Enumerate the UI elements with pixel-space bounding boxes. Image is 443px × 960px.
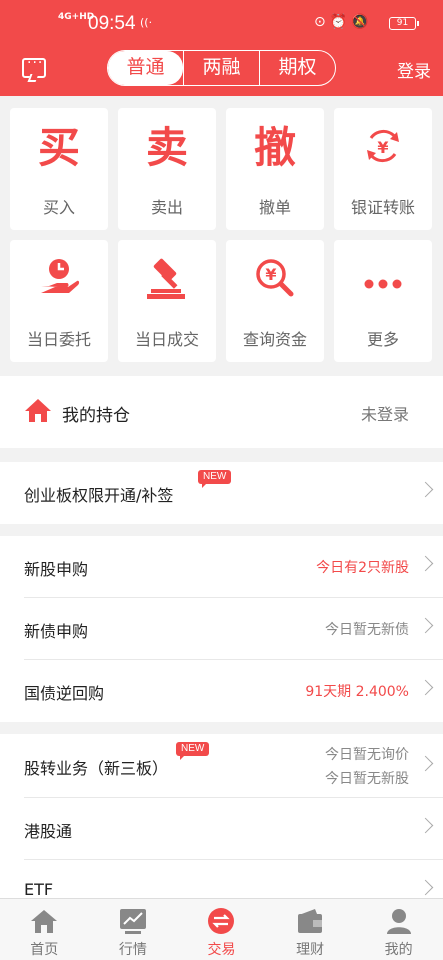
login-button[interactable]: 登录	[397, 57, 431, 82]
chevron-right-icon	[417, 755, 434, 772]
today-orders-button[interactable]: 当日委托	[10, 240, 108, 362]
gem-group: 创业板权限开通/补签 NEW	[0, 462, 443, 524]
list-item-title: 港股通	[24, 822, 73, 841]
home-icon	[25, 399, 51, 422]
today-orders-label: 当日委托	[26, 330, 91, 349]
subscription-group: 新股申购 今日有2只新股 新债申购 今日暂无新债 国债逆回购 91天期 2.40…	[0, 536, 443, 722]
top-nav: 普通 两融 期权 登录	[0, 48, 443, 96]
list-item-value: 今日有2只新股	[316, 560, 409, 576]
more-dots-icon	[364, 279, 402, 289]
tab-trade[interactable]: 交易	[177, 899, 266, 960]
today-deals-label: 当日成交	[134, 330, 199, 349]
tab-label: 交易	[207, 942, 236, 958]
tab-margin[interactable]: 两融	[183, 51, 259, 85]
list-item-title: ETF	[24, 880, 54, 898]
value-line-2: 今日暂无新股	[325, 771, 409, 787]
tab-label: 行情	[118, 942, 147, 958]
tab-market[interactable]: 行情	[89, 899, 178, 960]
yuan-search-icon: ¥	[256, 259, 294, 297]
trade-icon	[208, 908, 235, 934]
tab-mine[interactable]: 我的	[354, 899, 443, 960]
list-item-value: 91天期 2.400%	[305, 684, 409, 700]
sell-button[interactable]: 卖 卖出	[118, 108, 216, 230]
status-icons: ⊙⏰🔕	[314, 14, 373, 30]
cancel-label: 撤单	[258, 198, 291, 217]
cancel-glyph: 撤	[253, 123, 296, 172]
buy-button[interactable]: 买 买入	[10, 108, 108, 230]
function-grid: 买 买入 卖 卖出 撤 撤单 ¥ 银证转账 当日委托 当日成交 ¥ 查询资金 更…	[10, 108, 434, 362]
buy-glyph: 买	[37, 123, 80, 172]
new-badge: NEW	[176, 742, 210, 760]
yuan-exchange-icon: ¥	[367, 129, 399, 163]
list-item-title: 国债逆回购	[24, 684, 105, 703]
home-icon	[31, 910, 58, 933]
bottom-tab-bar: 首页 行情 交易 理财 我的	[0, 898, 443, 960]
today-deals-button[interactable]: 当日成交	[118, 240, 216, 362]
message-icon[interactable]	[22, 55, 46, 78]
query-funds-button[interactable]: ¥ 查询资金	[226, 240, 324, 362]
list-item-bond-subscribe[interactable]: 新债申购 今日暂无新债	[24, 598, 443, 660]
list-item-title: 新股申购	[24, 560, 89, 579]
list-item-title: 新债申购	[24, 622, 89, 641]
account-type-switch: 普通 两融 期权	[107, 50, 336, 86]
svg-text:¥: ¥	[377, 138, 388, 157]
list-item-title: 股转业务（新三板）	[24, 759, 169, 778]
holdings-status: 未登录	[360, 405, 409, 424]
transfer-label: 银证转账	[350, 198, 415, 217]
buy-label: 买入	[42, 198, 75, 217]
tab-home[interactable]: 首页	[0, 899, 89, 960]
tab-label: 我的	[384, 942, 413, 958]
list-item-hk-connect[interactable]: 港股通	[24, 798, 443, 860]
tab-normal[interactable]: 普通	[108, 51, 183, 85]
list-item-etf[interactable]: ETF	[24, 860, 443, 898]
gavel-icon	[147, 258, 185, 299]
sell-label: 卖出	[150, 198, 183, 217]
tab-label: 理财	[296, 942, 325, 958]
list-item-reverse-repo[interactable]: 国债逆回购 91天期 2.400%	[24, 660, 443, 722]
tab-wealth[interactable]: 理财	[266, 899, 355, 960]
query-funds-label: 查询资金	[242, 330, 307, 349]
list-item-ipo-subscribe[interactable]: 新股申购 今日有2只新股	[24, 536, 443, 598]
cancel-order-button[interactable]: 撤 撤单	[226, 108, 324, 230]
chevron-right-icon	[417, 679, 434, 696]
sell-glyph: 卖	[145, 123, 188, 172]
more-button[interactable]: 更多	[334, 240, 432, 362]
battery-icon: 91	[389, 17, 419, 30]
wallet-icon	[298, 909, 323, 933]
nfc-icon: ((·	[140, 16, 153, 29]
status-bar: 4G+HD 09:54 ((· ⊙⏰🔕 91	[0, 0, 443, 48]
list-item-neeq[interactable]: 股转业务（新三板） NEW 今日暂无询价 今日暂无新股	[24, 734, 443, 798]
chevron-right-icon	[417, 555, 434, 572]
tab-options[interactable]: 期权	[259, 51, 335, 85]
list-item-gem-permission[interactable]: 创业板权限开通/补签 NEW	[24, 462, 443, 524]
list-item-title: 创业板权限开通/补签	[24, 486, 174, 505]
chevron-right-icon	[417, 817, 434, 834]
tab-label: 首页	[30, 942, 59, 958]
status-time: 09:54	[88, 13, 136, 34]
list-item-value: 今日暂无询价 今日暂无新股	[325, 743, 409, 791]
user-icon	[386, 909, 411, 934]
list-item-value: 今日暂无新债	[325, 622, 409, 638]
chevron-right-icon	[417, 481, 434, 498]
chevron-right-icon	[417, 617, 434, 634]
hand-clock-icon	[41, 259, 80, 293]
more-label: 更多	[366, 330, 399, 349]
more-services-group: 股转业务（新三板） NEW 今日暂无询价 今日暂无新股 港股通 ETF	[0, 734, 443, 898]
chevron-right-icon	[417, 879, 434, 896]
value-line-1: 今日暂无询价	[325, 747, 409, 763]
new-badge: NEW	[198, 470, 232, 488]
svg-text:¥: ¥	[265, 265, 276, 284]
my-holdings-row[interactable]: 我的持仓 未登录	[0, 376, 443, 448]
chart-icon	[119, 909, 146, 934]
bank-transfer-button[interactable]: ¥ 银证转账	[334, 108, 432, 230]
holdings-title: 我的持仓	[62, 406, 130, 426]
